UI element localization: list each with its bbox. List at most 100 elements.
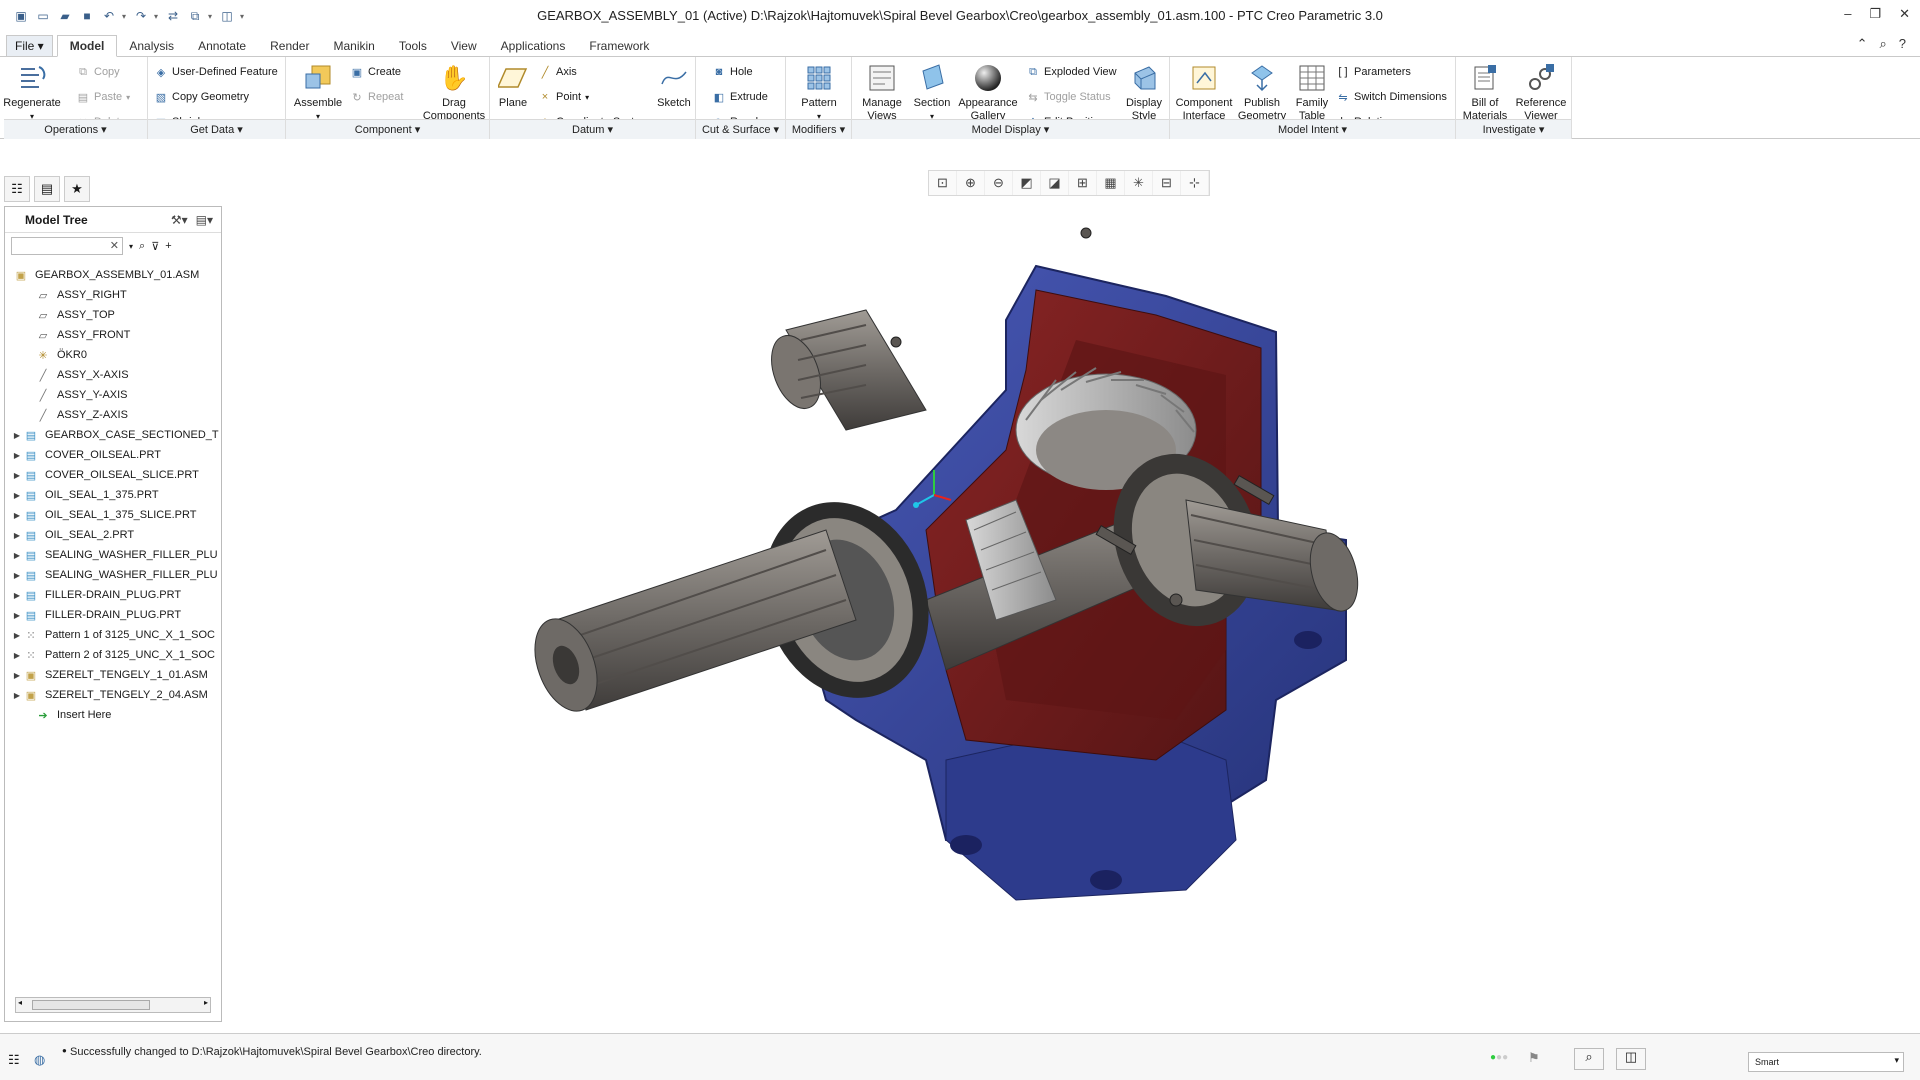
undo-icon[interactable]: ↶ [100,7,118,25]
saved-orientations-icon[interactable]: ⊞ [1069,171,1097,195]
display-style-toolbar-icon[interactable]: ◪ [1041,171,1069,195]
display-style-button[interactable]: Display Style [1122,61,1166,123]
collapse-ribbon-icon[interactable]: ⌃ [1857,36,1868,52]
tab-annotate[interactable]: Annotate [186,35,258,56]
switch-dimensions-button[interactable]: ⇋ Switch Dimensions [1336,88,1447,106]
filter-icon[interactable]: ⊽ [151,240,159,253]
windows-dropdown-icon[interactable]: ▾ [208,12,214,21]
favorites-tab-icon[interactable]: ★ [64,176,90,202]
extrude-button[interactable]: ◧ Extrude [712,88,768,106]
publish-geometry-button[interactable]: Publish Geometry [1236,61,1288,123]
expand-arrow-icon[interactable]: ▶ [11,531,23,540]
tab-applications[interactable]: Applications [489,35,578,56]
tree-show-icon[interactable]: ▤▾ [196,213,213,227]
tree-item[interactable]: ╱ ASSY_Z-AXIS [5,405,221,425]
group-label-get-data[interactable]: Get Data ▾ [148,119,285,139]
minimize-icon[interactable]: – [1844,6,1851,22]
tree-item[interactable]: ▶ ⁙ Pattern 2 of 3125_UNC_X_1_SOC [5,645,221,665]
regenerate-small-icon[interactable]: ⇄ [164,7,182,25]
expand-arrow-icon[interactable]: ▶ [11,511,23,520]
spin-center-icon[interactable]: ⊹ [1181,171,1209,195]
restore-icon[interactable]: ❐ [1869,6,1881,22]
open-folder-icon[interactable]: ▰ [56,7,74,25]
tree-item[interactable]: ▶ ▤ SEALING_WASHER_FILLER_PLU [5,545,221,565]
expand-arrow-icon[interactable]: ▶ [11,451,23,460]
tree-item[interactable]: ▶ ▤ GEARBOX_CASE_SECTIONED_T [5,425,221,445]
scroll-right-icon[interactable]: ▸ [204,998,208,1007]
tab-framework[interactable]: Framework [577,35,661,56]
expand-arrow-icon[interactable]: ▶ [11,551,23,560]
create-button[interactable]: ▣ Create [350,63,401,81]
tree-settings-icon[interactable]: ⚒▾ [171,213,188,227]
hole-button[interactable]: ◙ Hole [712,63,753,81]
undo-dropdown-icon[interactable]: ▾ [122,12,128,21]
selection-filter-icon[interactable]: ◫ [1616,1048,1646,1070]
tab-tools[interactable]: Tools [387,35,439,56]
expand-arrow-icon[interactable]: ▶ [11,431,23,440]
point-button[interactable]: × Point ▾ [538,88,589,106]
appearance-gallery-button[interactable]: Appearance Gallery [958,61,1018,123]
expand-arrow-icon[interactable]: ▶ [11,471,23,480]
expand-arrow-icon[interactable]: ▶ [11,611,23,620]
model-tree-tab-icon[interactable]: ☷ [4,176,30,202]
regenerate-button[interactable]: Regenerate ▾ [3,61,61,123]
drag-components-button[interactable]: ✋ Drag Components [423,61,485,123]
assemble-button[interactable]: Assemble ▾ [294,61,342,123]
udf-button[interactable]: ◈ User-Defined Feature [154,63,278,81]
filter-dropdown-icon[interactable]: ▾ [1894,1055,1899,1066]
tab-view[interactable]: View [439,35,489,56]
navigator-toggle-icon[interactable]: ☷ [8,1052,20,1068]
tree-item[interactable]: ▶ ▤ OIL_SEAL_1_375_SLICE.PRT [5,505,221,525]
tree-item[interactable]: ✳ ÖKR0 [5,345,221,365]
expand-arrow-icon[interactable]: ▶ [11,591,23,600]
selection-filter-select[interactable]: Smart ▾ [1748,1052,1904,1072]
pattern-button[interactable]: Pattern ▾ [792,61,846,123]
tree-item[interactable]: ▶ ▤ COVER_OILSEAL.PRT [5,445,221,465]
file-menu[interactable]: File ▾ [6,35,53,56]
group-label-modifiers[interactable]: Modifiers ▾ [786,119,851,139]
tree-item[interactable]: ▶ ▣ SZERELT_TENGELY_1_01.ASM [5,665,221,685]
help-icon[interactable]: ? [1899,36,1906,52]
group-label-model-display[interactable]: Model Display ▾ [852,119,1169,139]
tree-item[interactable]: ➔ Insert Here [5,705,221,725]
manage-views-button[interactable]: Manage Views [858,61,906,123]
tree-item[interactable]: ▱ ASSY_TOP [5,305,221,325]
tree-item[interactable]: ╱ ASSY_X-AXIS [5,365,221,385]
tree-item[interactable]: ▶ ▤ COVER_OILSEAL_SLICE.PRT [5,465,221,485]
customize-qat-icon[interactable]: ▾ [240,12,246,21]
family-table-button[interactable]: Family Table [1290,61,1334,123]
axis-button[interactable]: ╱ Axis [538,63,577,81]
group-label-model-intent[interactable]: Model Intent ▾ [1170,119,1455,139]
reference-viewer-button[interactable]: Reference Viewer [1512,61,1570,123]
tree-item[interactable]: ▶ ⁙ Pattern 1 of 3125_UNC_X_1_SOC [5,625,221,645]
tree-item[interactable]: ▱ ASSY_FRONT [5,325,221,345]
tree-item[interactable]: ▱ ASSY_RIGHT [5,285,221,305]
plane-button[interactable]: Plane [494,61,532,110]
browser-toggle-icon[interactable]: ◍ [34,1052,45,1068]
paste-dropdown-icon[interactable]: ▾ [126,93,130,102]
expand-arrow-icon[interactable]: ▶ [11,571,23,580]
gearbox-model-render[interactable] [226,200,1920,1030]
parameters-button[interactable]: [ ] Parameters [1336,63,1410,81]
group-label-operations[interactable]: Operations ▾ [4,119,147,139]
bill-of-materials-button[interactable]: Bill of Materials [1460,61,1510,123]
zoom-in-icon[interactable]: ⊕ [957,171,985,195]
repaint-icon[interactable]: ◩ [1013,171,1041,195]
tree-search-input[interactable]: ✕ [11,237,123,255]
graphics-window[interactable] [226,200,1920,1030]
section-button[interactable]: Section ▾ [910,61,954,123]
zoom-out-icon[interactable]: ⊖ [985,171,1013,195]
expand-arrow-icon[interactable]: ▶ [11,691,23,700]
exploded-view-button[interactable]: ⧉ Exploded View [1026,63,1117,81]
datum-display-icon[interactable]: ✳ [1125,171,1153,195]
tree-horizontal-scrollbar[interactable]: ◂ ▸ [15,997,211,1013]
tab-model[interactable]: Model [56,35,118,57]
tree-item[interactable]: ▶ ▤ FILLER-DRAIN_PLUG.PRT [5,605,221,625]
tree-item[interactable]: ▶ ▤ FILLER-DRAIN_PLUG.PRT [5,585,221,605]
tree-item[interactable]: ▶ ▤ OIL_SEAL_2.PRT [5,525,221,545]
save-icon[interactable]: ■ [78,7,96,25]
tab-analysis[interactable]: Analysis [117,35,186,56]
group-label-investigate[interactable]: Investigate ▾ [1456,119,1571,139]
add-column-icon[interactable]: + [165,240,171,252]
sketch-button[interactable]: Sketch [654,61,694,110]
